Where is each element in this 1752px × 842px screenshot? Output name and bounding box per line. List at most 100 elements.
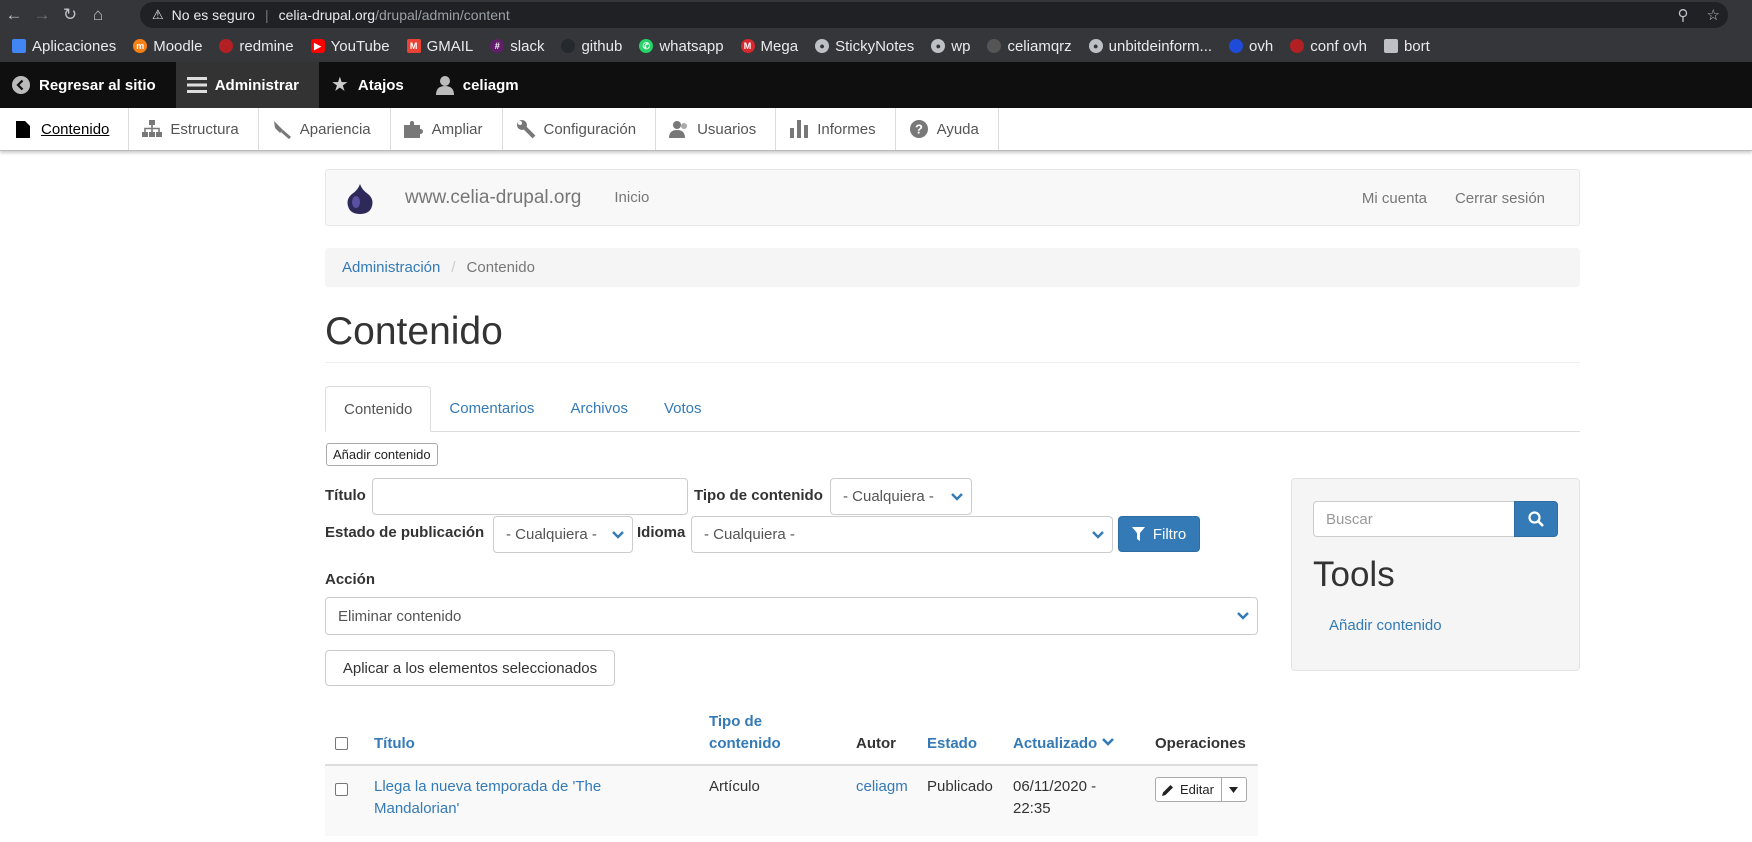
row-updated: 06/11/2020 - 22:35: [1013, 776, 1096, 820]
forward-icon[interactable]: →: [28, 0, 56, 30]
bookmark-youtube[interactable]: ▶ YouTube: [310, 38, 390, 55]
tab-votes[interactable]: Votos: [646, 386, 720, 431]
row-checkbox[interactable]: [335, 783, 348, 796]
bookmark-label: celiamqrz: [1007, 37, 1072, 55]
user-label: celiagm: [462, 76, 519, 94]
brush-icon: [272, 119, 292, 139]
status-filter-select[interactable]: - Cualquiera -: [493, 516, 633, 553]
filter-button[interactable]: Filtro: [1118, 516, 1200, 552]
filter-button-label: Filtro: [1152, 525, 1187, 543]
row-operations: Editar: [1155, 777, 1247, 802]
action-select[interactable]: Eliminar contenido: [325, 597, 1258, 635]
bookmark-apps[interactable]: Aplicaciones: [12, 38, 116, 55]
tray-label: Ampliar: [431, 120, 483, 138]
tray-item-reports[interactable]: Informes: [776, 108, 896, 150]
tray-label: Usuarios: [697, 120, 757, 138]
gmail-icon: M: [406, 39, 421, 53]
reload-icon[interactable]: ↻: [56, 0, 84, 30]
back-to-site-label: Regresar al sitio: [39, 76, 156, 94]
search-button[interactable]: [1514, 501, 1558, 537]
language-filter-value: - Cualquiera -: [704, 526, 795, 543]
row-author-link[interactable]: celiagm: [856, 776, 908, 798]
warning-icon[interactable]: ⚠: [152, 7, 164, 23]
bookmark-stickynotes[interactable]: ● StickyNotes: [815, 38, 914, 55]
bookmark-github[interactable]: github: [561, 38, 622, 55]
logout-link[interactable]: Cerrar sesión: [1455, 190, 1545, 207]
header-updated[interactable]: Actualizado: [1013, 733, 1115, 755]
tray-item-people[interactable]: Usuarios: [656, 108, 777, 150]
bookmark-celiamqrz[interactable]: celiamqrz: [987, 37, 1072, 55]
user-menu[interactable]: celiagm: [424, 62, 539, 108]
tray-label: Configuración: [543, 120, 637, 138]
tray-item-content[interactable]: Contenido: [0, 108, 130, 150]
search-input[interactable]: Buscar: [1313, 501, 1515, 537]
header-title[interactable]: Título: [374, 733, 415, 755]
back-icon[interactable]: ←: [0, 0, 28, 30]
tools-add-content-link[interactable]: Añadir contenido: [1329, 617, 1442, 634]
bookmark-label: redmine: [239, 37, 294, 55]
bookmark-unbitdeinform[interactable]: ● unbitdeinform...: [1088, 37, 1213, 55]
title-filter-label: Título: [325, 487, 366, 504]
operations-dropdown-toggle[interactable]: [1222, 778, 1246, 801]
url-separator: |: [264, 7, 269, 23]
row-title-link[interactable]: Llega la nueva temporada de 'The Mandalo…: [374, 776, 601, 820]
content-table: Título Tipo de contenido Autor Estado Ac…: [325, 706, 1258, 836]
select-all-checkbox[interactable]: [335, 737, 348, 750]
edit-button[interactable]: Editar: [1156, 778, 1222, 801]
bookmark-star-icon[interactable]: ☆: [1707, 6, 1720, 24]
chevron-down-icon: [951, 492, 963, 501]
header-updated-label: Actualizado: [1013, 735, 1098, 752]
bookmark-whatsapp[interactable]: ✆ whatsapp: [639, 38, 724, 55]
tray-item-help[interactable]: ? Ayuda: [896, 108, 999, 150]
bookmark-label: conf ovh: [1310, 37, 1367, 55]
tray-item-appearance[interactable]: Apariencia: [259, 108, 391, 150]
search-icon: [1528, 511, 1544, 527]
row-title-line1: Llega la nueva temporada de 'The: [374, 778, 602, 795]
header-content-type[interactable]: Tipo de contenido: [709, 711, 781, 755]
back-to-site-link[interactable]: Regresar al sitio: [0, 62, 176, 108]
add-content-button[interactable]: Añadir contenido: [326, 443, 438, 466]
bookmark-bort[interactable]: bort: [1383, 38, 1430, 55]
row-title-line2: Mandalorian': [374, 800, 460, 817]
address-bar[interactable]: ⚠ No es seguro | celia-drupal.org/drupal…: [140, 2, 1728, 28]
github-icon: [561, 39, 576, 53]
tab-content[interactable]: Contenido: [325, 386, 432, 432]
tab-comments[interactable]: Comentarios: [431, 386, 552, 431]
bookmark-redmine[interactable]: redmine: [219, 37, 294, 55]
site-name-link[interactable]: www.celia-drupal.org: [405, 187, 581, 209]
bookmark-label: unbitdeinform...: [1108, 37, 1213, 55]
tray-item-structure[interactable]: Estructura: [129, 108, 259, 150]
bookmark-conf-ovh[interactable]: conf ovh: [1290, 38, 1367, 55]
tray-item-configuration[interactable]: Configuración: [503, 108, 657, 150]
bookmark-mega[interactable]: M Mega: [740, 38, 798, 55]
bookmark-label: StickyNotes: [835, 37, 915, 55]
bookmark-wp[interactable]: ● wp: [931, 38, 970, 55]
breadcrumb-admin-link[interactable]: Administración: [342, 259, 440, 276]
tray-label: Ayuda: [936, 120, 979, 138]
apply-to-selected-button[interactable]: Aplicar a los elementos seleccionados: [325, 650, 615, 686]
manage-menu[interactable]: Administrar: [175, 62, 319, 108]
shortcuts-menu[interactable]: ★ Atajos: [319, 62, 424, 108]
apps-grid-icon: [12, 39, 26, 53]
header-status[interactable]: Estado: [927, 733, 977, 755]
bookmark-moodle[interactable]: m Moodle: [133, 38, 202, 55]
url-path: /drupal/admin/content: [375, 7, 510, 23]
type-filter-select[interactable]: - Cualquiera -: [830, 478, 972, 515]
bookmark-gmail[interactable]: M GMAIL: [406, 37, 474, 55]
my-account-link[interactable]: Mi cuenta: [1362, 190, 1427, 207]
language-filter-select[interactable]: - Cualquiera -: [691, 516, 1113, 553]
bookmark-label: slack: [510, 37, 545, 55]
bookmark-label: GMAIL: [426, 37, 474, 55]
globe-icon: ●: [931, 39, 946, 53]
home-link[interactable]: Inicio: [614, 189, 649, 206]
zoom-icon[interactable]: ⚲: [1678, 6, 1689, 24]
admin-toolbar: Regresar al sitio Administrar ★ Atajos c…: [0, 62, 1752, 108]
tray-item-extend[interactable]: Ampliar: [391, 108, 503, 150]
bookmark-slack[interactable]: # slack: [490, 38, 544, 55]
title-filter-input[interactable]: [372, 478, 688, 515]
home-icon[interactable]: ⌂: [84, 0, 112, 30]
bookmark-ovh[interactable]: ovh: [1229, 38, 1273, 55]
drupal-logo-icon[interactable]: [345, 183, 375, 214]
tab-files[interactable]: Archivos: [552, 386, 646, 431]
puzzle-icon: [403, 119, 424, 139]
